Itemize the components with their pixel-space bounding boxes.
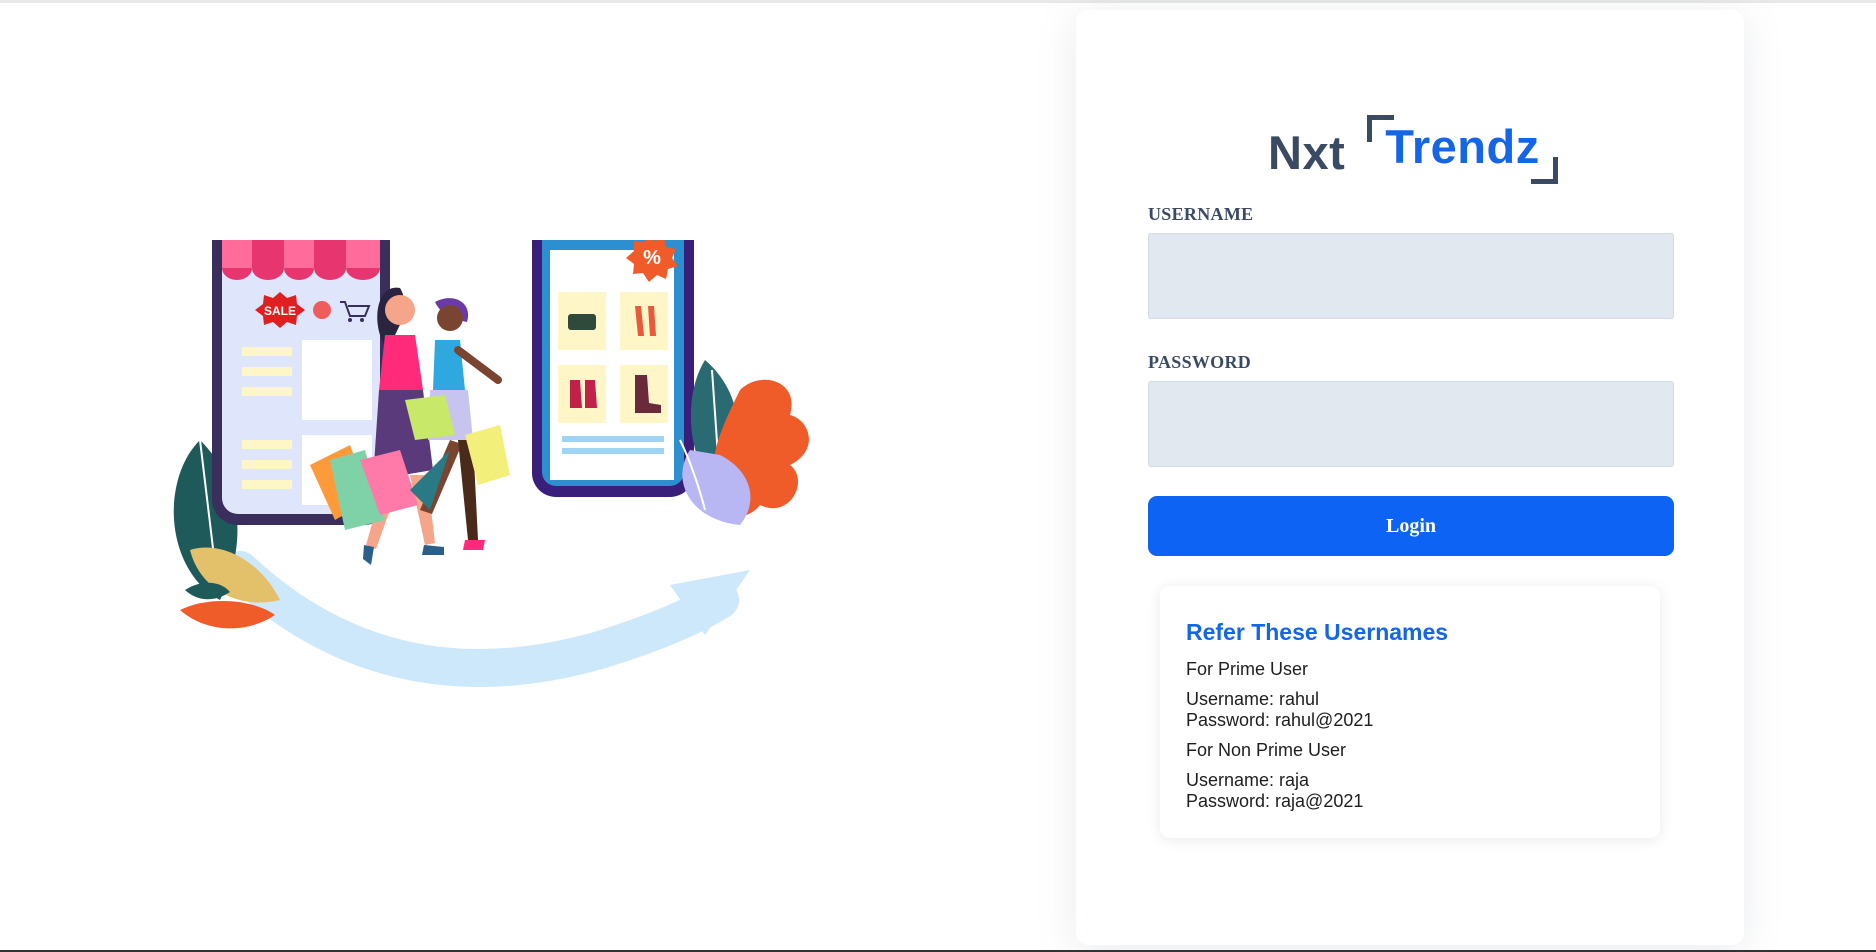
prime-username: Username: rahul xyxy=(1186,689,1320,709)
discount-tag-text: % xyxy=(643,247,661,269)
nonprime-user-heading: For Non Prime User xyxy=(1186,740,1347,760)
brand-name-part2: Trendz xyxy=(1385,120,1540,173)
login-button[interactable]: Login xyxy=(1148,496,1674,556)
shopping-illustration: SALE % xyxy=(173,240,809,687)
prime-password: Password: rahul@2021 xyxy=(1186,710,1374,730)
password-label: PASSWORD xyxy=(1148,352,1252,372)
nonprime-password: Password: raja@2021 xyxy=(1186,791,1364,811)
window-top-border xyxy=(0,0,1876,3)
sale-tag-text: SALE xyxy=(264,304,296,318)
brand-name-frame: Trendz xyxy=(1367,115,1558,184)
logo-bracket-top-left xyxy=(1367,115,1395,142)
logo-bracket-bottom-right xyxy=(1530,157,1558,184)
brand-name-part1: Nxt xyxy=(1268,126,1346,179)
password-input[interactable] xyxy=(1148,381,1674,467)
username-label: USERNAME xyxy=(1148,204,1254,224)
hints-title: Refer These Usernames xyxy=(1186,619,1449,645)
brand-logo: Nxt Trendz xyxy=(1268,104,1558,184)
prime-user-heading: For Prime User xyxy=(1186,659,1309,679)
username-input[interactable] xyxy=(1148,233,1674,319)
nonprime-username: Username: raja xyxy=(1186,770,1310,790)
